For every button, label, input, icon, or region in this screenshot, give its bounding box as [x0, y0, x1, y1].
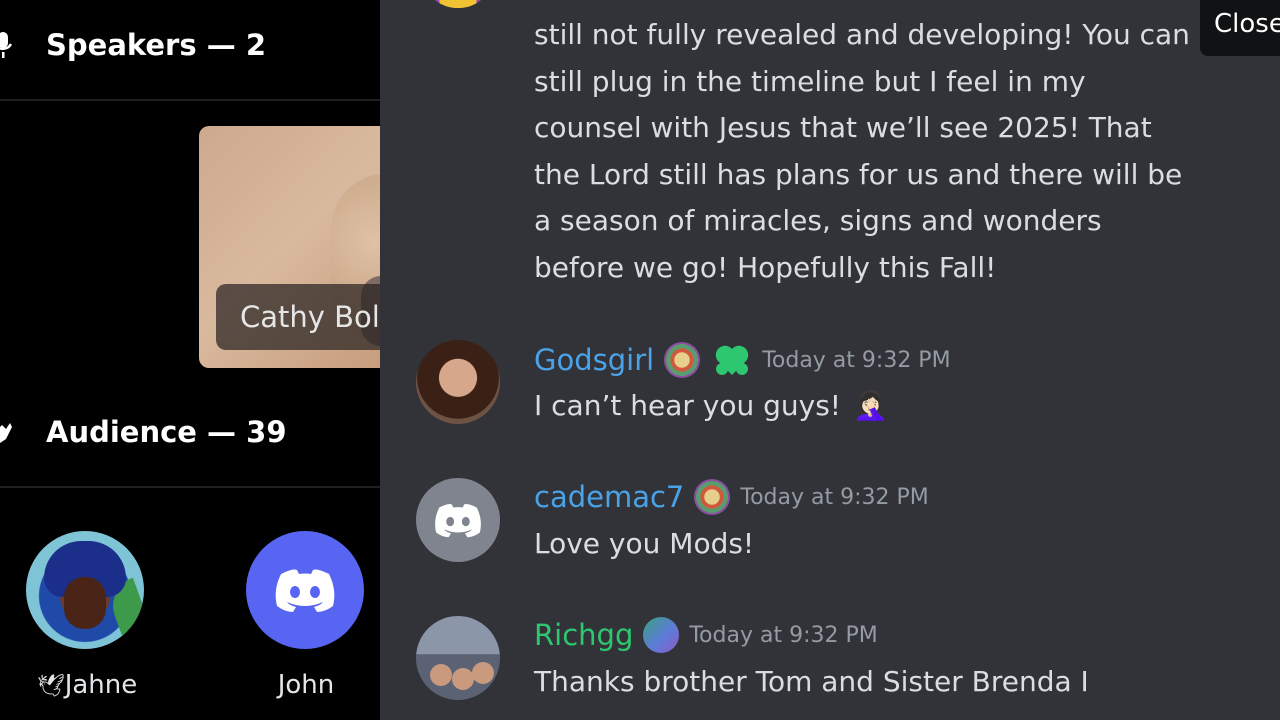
message-header: Godsgirl Today at 9:32 PM — [534, 341, 951, 379]
message-timestamp[interactable]: Today at 9:32 PM — [740, 485, 928, 510]
audience-name-text: Jahne — [64, 670, 138, 700]
message-header: cademac7 Today at 9:32 PM — [534, 479, 929, 515]
message-timestamp[interactable]: Today at 9:32 PM — [689, 623, 877, 648]
audience-avatar-john[interactable] — [246, 531, 364, 649]
message-header: Richgg Today at 9:32 PM — [534, 617, 878, 653]
chat-panel: still not fully revealed and developing!… — [380, 0, 1280, 720]
microphone-icon — [0, 32, 13, 58]
username[interactable]: cademac7 — [534, 480, 684, 514]
username[interactable]: Richgg — [534, 618, 633, 652]
facepalm-emoji-icon[interactable]: 🤦🏻‍♀️ — [853, 389, 888, 422]
user-avatar[interactable] — [416, 616, 500, 700]
message-text: Love you Mods! — [534, 527, 755, 560]
avatar-art — [472, 662, 494, 684]
scales-icon[interactable] — [643, 617, 680, 653]
avatar-art — [452, 668, 474, 690]
audience-label: Audience — 39 — [46, 415, 287, 449]
close-button[interactable]: Close — [1200, 0, 1280, 56]
message-text: Thanks brother Tom and Sister Brenda I — [534, 665, 1089, 698]
avatar-art — [430, 664, 452, 686]
message-timestamp[interactable]: Today at 9:32 PM — [762, 348, 950, 373]
speakers-label: Speakers — 2 — [46, 28, 266, 62]
stage-panel: Speakers — 2 Cathy Bol Audience — 39 🕊Ja… — [0, 0, 380, 720]
avatar-art — [64, 577, 106, 629]
raised-hand-icon — [0, 423, 12, 443]
speaker-tile[interactable]: Cathy Bol — [199, 126, 380, 368]
audience-name-jahne[interactable]: 🕊Jahne — [0, 670, 174, 700]
audience-avatar-jahne[interactable] — [26, 531, 144, 649]
user-avatar[interactable] — [428, 0, 488, 8]
discord-logo-icon — [275, 569, 335, 612]
message-body: I can’t hear you guys! 🤦🏻‍♀️ — [534, 389, 888, 422]
heart-hands-icon[interactable] — [712, 341, 752, 379]
user-avatar[interactable] — [416, 478, 500, 562]
message-text: I can’t hear you guys! — [534, 389, 842, 422]
user-avatar[interactable] — [416, 340, 500, 424]
divider — [0, 99, 380, 101]
message-text: still not fully revealed and developing!… — [534, 18, 1190, 284]
speaker-name-label: Cathy Bol — [216, 284, 380, 350]
audience-name-john[interactable]: John — [246, 670, 366, 700]
audience-header: Audience — 39 — [0, 415, 287, 449]
server-tag-icon[interactable] — [664, 342, 701, 378]
username[interactable]: Godsgirl — [534, 343, 654, 377]
speakers-header: Speakers — 2 — [0, 28, 266, 62]
divider — [0, 486, 380, 488]
discord-logo-icon — [435, 503, 481, 538]
server-tag-icon[interactable] — [694, 479, 731, 515]
dove-icon: 🕊 — [36, 674, 65, 699]
